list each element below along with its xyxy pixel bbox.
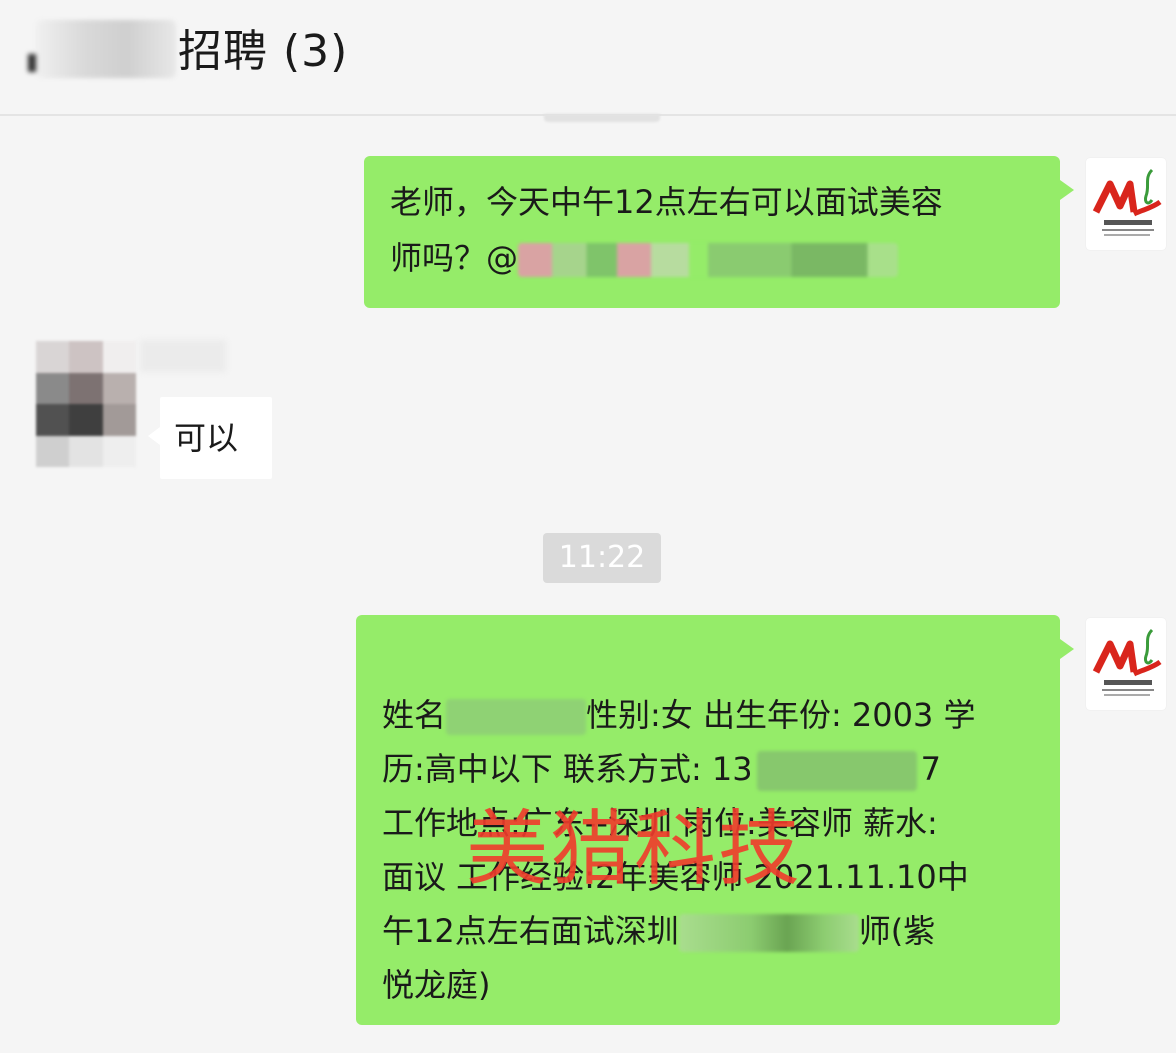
message-text: 性别:女 出生年份: 2003 学 (586, 696, 976, 734)
blurred-phone (756, 751, 917, 791)
message-text: 师吗？@ (390, 239, 519, 277)
timestamp-badge: 11:22 (543, 533, 661, 583)
blurred-location (678, 914, 859, 952)
chat-title[interactable]: 招聘 (3) (178, 22, 348, 82)
message-text: 师(紫 (858, 912, 936, 950)
message-text: 7 (920, 750, 941, 788)
message-text: 历:高中以下 联系方式: 13 (382, 750, 753, 788)
message-text: 可以 (174, 419, 239, 457)
message-text-line: 工作地点:广东--深圳 岗位:美容师 薪水: (382, 804, 938, 842)
avatar[interactable] (1086, 158, 1166, 250)
message-text-line: 历:高中以下 联系方式: 13 7 (382, 742, 1040, 796)
message-text-line: 午12点左右面试深圳 师(紫 (382, 904, 1040, 958)
outgoing-message-bubble[interactable]: 老师，今天中午12点左右可以面试美容 师吗？@ (364, 156, 1074, 308)
blurred-name (446, 699, 587, 735)
company-logo-icon (1092, 628, 1162, 696)
chat-header: 招聘 (3) (0, 0, 1176, 116)
message-text-line: 老师，今天中午12点左右可以面试美容 (390, 183, 943, 221)
message-text: 午12点左右面试深圳 (382, 912, 679, 950)
incoming-message-bubble[interactable]: 可以 (148, 397, 272, 479)
outgoing-message-bubble[interactable]: 姓名 性别:女 出生年份: 2003 学 历:高中以下 联系方式: 13 7 工作地… (356, 615, 1074, 1025)
avatar[interactable] (1086, 618, 1166, 710)
blurred-group-name (36, 20, 176, 78)
avatar[interactable] (36, 341, 136, 467)
header-divider (544, 114, 660, 122)
blurred-sender-name (140, 340, 226, 372)
message-text-line: 悦龙庭) (382, 966, 491, 1004)
message-text: 姓名 (382, 696, 447, 734)
company-logo-icon (1092, 168, 1162, 236)
blurred-mention (518, 243, 899, 277)
message-text-line: 面议 工作经验:2年美容师 2021.11.10中 (382, 858, 969, 896)
message-text-line: 姓名 性别:女 出生年份: 2003 学 (382, 688, 1040, 742)
message-text-line: 师吗？@ (390, 230, 1036, 286)
